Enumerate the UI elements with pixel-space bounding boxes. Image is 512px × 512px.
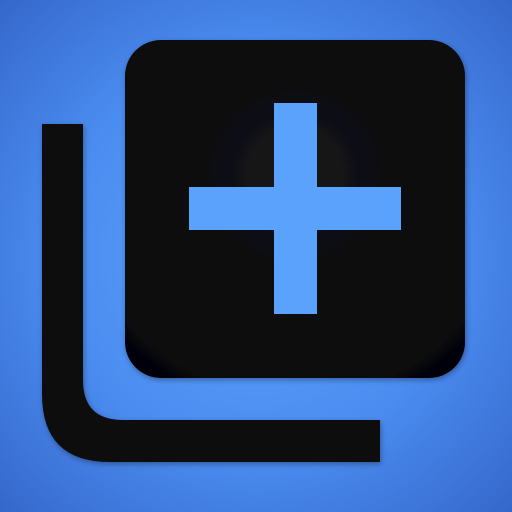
add-to-collection-icon[interactable] xyxy=(0,0,512,512)
icon-canvas xyxy=(0,0,512,512)
plus-horizontal-bar xyxy=(189,187,401,230)
